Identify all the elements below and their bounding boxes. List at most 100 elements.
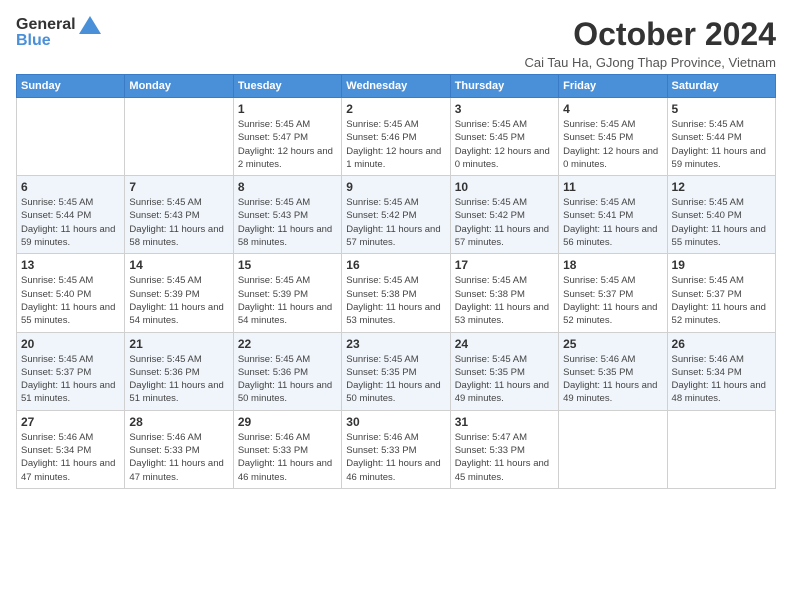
sunrise-text: Sunrise: 5:45 AM xyxy=(672,118,771,131)
day-info: Sunrise: 5:45 AMSunset: 5:47 PMDaylight:… xyxy=(238,118,337,171)
day-number: 19 xyxy=(672,258,771,272)
day-info: Sunrise: 5:45 AMSunset: 5:39 PMDaylight:… xyxy=(129,274,228,327)
sunset-text: Sunset: 5:43 PM xyxy=(129,209,228,222)
col-thursday: Thursday xyxy=(450,75,558,98)
daylight-text: Daylight: 11 hours and 51 minutes. xyxy=(129,379,228,406)
sunrise-text: Sunrise: 5:45 AM xyxy=(346,118,445,131)
col-sunday: Sunday xyxy=(17,75,125,98)
sunrise-text: Sunrise: 5:46 AM xyxy=(129,431,228,444)
calendar-cell: 18Sunrise: 5:45 AMSunset: 5:37 PMDayligh… xyxy=(559,254,667,332)
day-number: 2 xyxy=(346,102,445,116)
day-info: Sunrise: 5:45 AMSunset: 5:35 PMDaylight:… xyxy=(346,353,445,406)
sunrise-text: Sunrise: 5:45 AM xyxy=(563,274,662,287)
daylight-text: Daylight: 11 hours and 51 minutes. xyxy=(21,379,120,406)
sunset-text: Sunset: 5:38 PM xyxy=(346,288,445,301)
sunrise-text: Sunrise: 5:45 AM xyxy=(21,274,120,287)
daylight-text: Daylight: 11 hours and 50 minutes. xyxy=(238,379,337,406)
day-number: 11 xyxy=(563,180,662,194)
daylight-text: Daylight: 11 hours and 47 minutes. xyxy=(129,457,228,484)
day-info: Sunrise: 5:45 AMSunset: 5:37 PMDaylight:… xyxy=(672,274,771,327)
day-number: 23 xyxy=(346,337,445,351)
week-row-3: 13Sunrise: 5:45 AMSunset: 5:40 PMDayligh… xyxy=(17,254,776,332)
calendar-cell xyxy=(559,410,667,488)
calendar-cell: 10 Sunrise: 5:45 AMSunset: 5:42 PMDayligh… xyxy=(450,176,558,254)
calendar-cell: 27Sunrise: 5:46 AMSunset: 5:34 PMDayligh… xyxy=(17,410,125,488)
day-info: Sunrise: 5:47 AMSunset: 5:33 PMDaylight:… xyxy=(455,431,554,484)
sunrise-text: Sunrise: 5:45 AM xyxy=(238,196,337,209)
calendar-cell: 8Sunrise: 5:45 AMSunset: 5:43 PMDaylight… xyxy=(233,176,341,254)
sunrise-text: Sunrise: 5:45 AM xyxy=(238,118,337,131)
daylight-text: Daylight: 12 hours and 0 minutes. xyxy=(563,145,662,172)
calendar-cell: 19 Sunrise: 5:45 AMSunset: 5:37 PMDayligh… xyxy=(667,254,775,332)
logo-blue-text: Blue xyxy=(16,32,51,50)
day-number: 5 xyxy=(672,102,771,116)
sunset-text: Sunset: 5:45 PM xyxy=(455,131,554,144)
day-number: 20 xyxy=(21,337,120,351)
sunrise-text: Sunrise: 5:45 AM xyxy=(563,118,662,131)
sunset-text: Sunset: 5:36 PM xyxy=(129,366,228,379)
col-friday: Friday xyxy=(559,75,667,98)
calendar-cell: 22Sunrise: 5:45 AMSunset: 5:36 PMDayligh… xyxy=(233,332,341,410)
sunset-text: Sunset: 5:35 PM xyxy=(563,366,662,379)
daylight-text: Daylight: 11 hours and 54 minutes. xyxy=(129,301,228,328)
day-number: 30 xyxy=(346,415,445,429)
daylight-text: Daylight: 11 hours and 52 minutes. xyxy=(672,301,771,328)
sunset-text: Sunset: 5:39 PM xyxy=(238,288,337,301)
sunset-text: Sunset: 5:47 PM xyxy=(238,131,337,144)
daylight-text: Daylight: 11 hours and 57 minutes. xyxy=(455,223,554,250)
calendar-cell: 14Sunrise: 5:45 AMSunset: 5:39 PMDayligh… xyxy=(125,254,233,332)
day-number: 4 xyxy=(563,102,662,116)
daylight-text: Daylight: 11 hours and 46 minutes. xyxy=(346,457,445,484)
day-number: 8 xyxy=(238,180,337,194)
day-info: Sunrise: 5:45 AMSunset: 5:36 PMDaylight:… xyxy=(129,353,228,406)
day-number: 25 xyxy=(563,337,662,351)
logo: General Blue xyxy=(16,16,101,50)
day-info: Sunrise: 5:46 AMSunset: 5:34 PMDaylight:… xyxy=(21,431,120,484)
sunset-text: Sunset: 5:46 PM xyxy=(346,131,445,144)
day-info: Sunrise: 5:45 AMSunset: 5:42 PMDaylight:… xyxy=(455,196,554,249)
sunset-text: Sunset: 5:35 PM xyxy=(455,366,554,379)
sunrise-text: Sunrise: 5:46 AM xyxy=(346,431,445,444)
calendar-cell: 29Sunrise: 5:46 AMSunset: 5:33 PMDayligh… xyxy=(233,410,341,488)
sunset-text: Sunset: 5:33 PM xyxy=(238,444,337,457)
logo-icon xyxy=(79,16,101,34)
sunrise-text: Sunrise: 5:45 AM xyxy=(672,196,771,209)
calendar-table: Sunday Monday Tuesday Wednesday Thursday… xyxy=(16,74,776,489)
daylight-text: Daylight: 11 hours and 49 minutes. xyxy=(563,379,662,406)
calendar-cell: 13Sunrise: 5:45 AMSunset: 5:40 PMDayligh… xyxy=(17,254,125,332)
day-info: Sunrise: 5:45 AMSunset: 5:40 PMDaylight:… xyxy=(672,196,771,249)
sunrise-text: Sunrise: 5:45 AM xyxy=(455,353,554,366)
page-header: General Blue October 2024 Cai Tau Ha, GJ… xyxy=(16,16,776,70)
sunrise-text: Sunrise: 5:45 AM xyxy=(129,353,228,366)
col-saturday: Saturday xyxy=(667,75,775,98)
calendar-cell: 3Sunrise: 5:45 AMSunset: 5:45 PMDaylight… xyxy=(450,98,558,176)
daylight-text: Daylight: 11 hours and 46 minutes. xyxy=(238,457,337,484)
calendar-cell: 24Sunrise: 5:45 AMSunset: 5:35 PMDayligh… xyxy=(450,332,558,410)
day-info: Sunrise: 5:45 AMSunset: 5:36 PMDaylight:… xyxy=(238,353,337,406)
sunset-text: Sunset: 5:44 PM xyxy=(21,209,120,222)
day-number: 10 xyxy=(455,180,554,194)
col-monday: Monday xyxy=(125,75,233,98)
calendar-cell: 25 Sunrise: 5:46 AMSunset: 5:35 PMDayligh… xyxy=(559,332,667,410)
sunset-text: Sunset: 5:37 PM xyxy=(563,288,662,301)
calendar-cell: 16Sunrise: 5:45 AMSunset: 5:38 PMDayligh… xyxy=(342,254,450,332)
day-number: 1 xyxy=(238,102,337,116)
day-info: Sunrise: 5:46 AMSunset: 5:33 PMDaylight:… xyxy=(346,431,445,484)
calendar-cell: 11Sunrise: 5:45 AMSunset: 5:41 PMDayligh… xyxy=(559,176,667,254)
day-number: 31 xyxy=(455,415,554,429)
sunrise-text: Sunrise: 5:45 AM xyxy=(563,196,662,209)
sunrise-text: Sunrise: 5:47 AM xyxy=(455,431,554,444)
daylight-text: Daylight: 11 hours and 54 minutes. xyxy=(238,301,337,328)
day-number: 7 xyxy=(129,180,228,194)
daylight-text: Daylight: 11 hours and 49 minutes. xyxy=(455,379,554,406)
day-info: Sunrise: 5:46 AMSunset: 5:35 PMDaylight:… xyxy=(563,353,662,406)
calendar-cell: 5Sunrise: 5:45 AMSunset: 5:44 PMDaylight… xyxy=(667,98,775,176)
day-info: Sunrise: 5:45 AMSunset: 5:39 PMDaylight:… xyxy=(238,274,337,327)
sunset-text: Sunset: 5:33 PM xyxy=(346,444,445,457)
calendar-cell: 28Sunrise: 5:46 AMSunset: 5:33 PMDayligh… xyxy=(125,410,233,488)
daylight-text: Daylight: 12 hours and 1 minute. xyxy=(346,145,445,172)
day-number: 13 xyxy=(21,258,120,272)
daylight-text: Daylight: 11 hours and 58 minutes. xyxy=(238,223,337,250)
calendar-cell: 23 Sunrise: 5:45 AMSunset: 5:35 PMDayligh… xyxy=(342,332,450,410)
day-info: Sunrise: 5:45 AMSunset: 5:43 PMDaylight:… xyxy=(129,196,228,249)
